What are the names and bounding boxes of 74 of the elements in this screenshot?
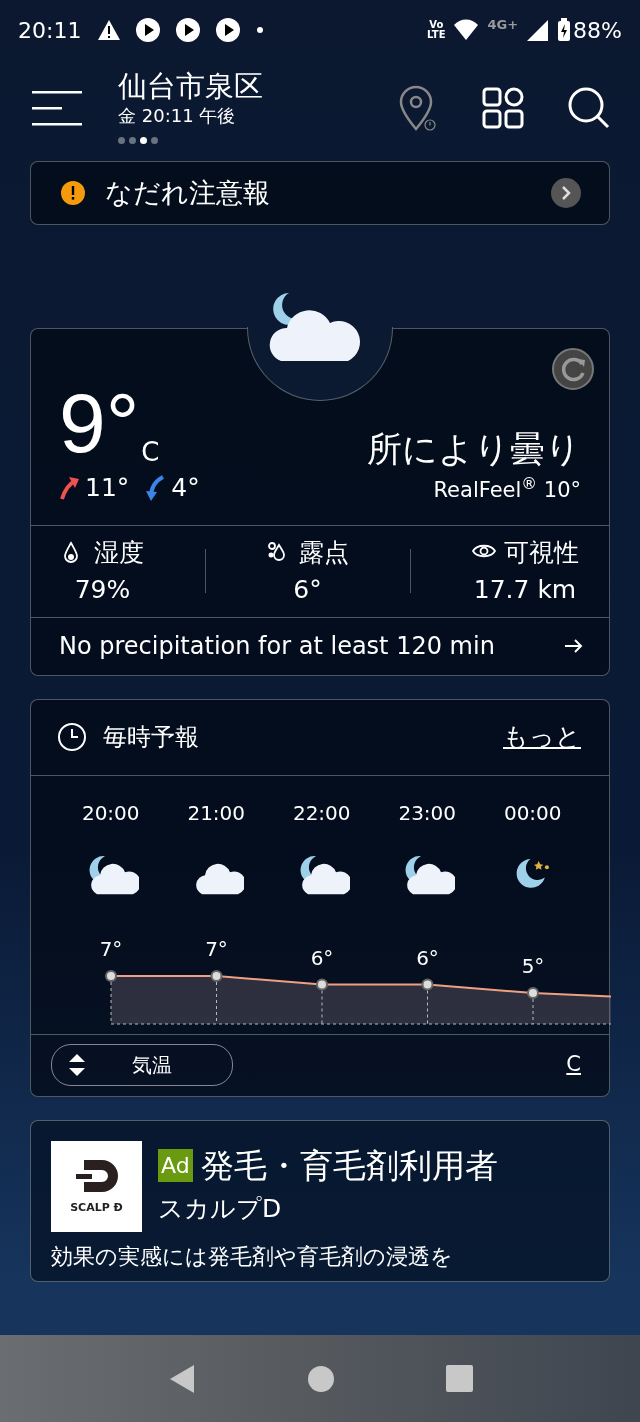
data-point: [527, 986, 539, 999]
more-link[interactable]: もっと: [503, 718, 581, 756]
ad-badge: Ad: [158, 1148, 193, 1182]
data-point: [210, 969, 223, 982]
dot-icon: [257, 27, 264, 33]
refresh-icon[interactable]: [551, 347, 595, 391]
page-dot[interactable]: [118, 137, 125, 145]
search-icon[interactable]: [568, 86, 610, 129]
grid-line: [427, 989, 428, 1024]
date-time: 金 20:11 午後: [118, 104, 237, 129]
network-label: 4G+: [487, 16, 519, 35]
chevron-right-icon: [551, 178, 581, 208]
unit-link[interactable]: C: [566, 1049, 581, 1081]
ad-text: 効果の実感には発毛剤や育毛剤の浸透を: [51, 1242, 454, 1271]
detail-label: 可視性: [503, 536, 579, 569]
advertiser-logo: SCALP Ð: [70, 1199, 123, 1216]
realfeel-text: RealFeel$^{®}$ 10°: [432, 475, 581, 504]
hour-time: 20:00: [80, 799, 141, 827]
grid-line: [532, 998, 534, 1024]
section-title: 毎時予報: [103, 722, 199, 753]
up-arrow-icon: [59, 474, 81, 501]
advertiser-name: スカルプD: [158, 1193, 283, 1225]
hour-time: 23:00: [397, 799, 458, 827]
current-temperature: 9°: [59, 381, 140, 465]
weather-condition: 所により曇り: [367, 427, 581, 471]
play-icon: [175, 17, 202, 43]
hour-temperature: 6°: [416, 945, 439, 969]
detail-label: 露点: [298, 536, 349, 569]
low-temperature: 4°: [171, 472, 200, 504]
volte-label: Vo LTE: [427, 20, 446, 40]
detail-value: 6°: [292, 574, 323, 606]
hour-temperature: 5°: [521, 953, 545, 978]
hour-temperature: 7°: [205, 936, 228, 961]
grid-line: [321, 989, 323, 1024]
clock-icon: [57, 722, 87, 752]
clock: 20:11: [18, 16, 82, 45]
grid-line: [110, 981, 112, 1024]
location-title: 仙台市泉区: [118, 70, 263, 103]
battery-icon: [557, 18, 572, 42]
alert-text: なだれ注意報: [105, 175, 270, 210]
alert-banner[interactable]: なだれ注意報: [30, 161, 610, 225]
home-icon[interactable]: [307, 1365, 334, 1392]
precipitation-row[interactable]: No precipitation for at least 120 min: [31, 616, 609, 675]
detail-value: 17.7 km: [472, 574, 578, 606]
hour-temperature: 6°: [310, 945, 334, 969]
signal-icon: [526, 18, 550, 42]
location-pin-icon[interactable]: [398, 84, 438, 131]
warning-icon: [61, 181, 85, 205]
page-dot[interactable]: [129, 137, 136, 145]
temperature-unit: C: [141, 439, 160, 465]
grid-line: [216, 981, 217, 1024]
data-point: [316, 978, 328, 990]
high-temperature: 11°: [85, 472, 130, 504]
grid-icon[interactable]: [482, 86, 524, 129]
hour-time: 00:00: [502, 799, 563, 827]
wifi-icon: [453, 18, 480, 42]
sort-icon: [68, 1054, 86, 1076]
detail-label: 湿度: [93, 536, 144, 569]
battery-level: 88%: [573, 16, 622, 45]
page-dot[interactable]: [140, 137, 147, 145]
metric-selector[interactable]: 気温: [51, 1044, 233, 1086]
data-point: [105, 969, 117, 982]
page-dot[interactable]: [151, 137, 158, 145]
precipitation-text: No precipitation for at least 120 min: [59, 631, 495, 662]
hour-time: 22:00: [291, 799, 352, 827]
data-point: [421, 978, 434, 990]
hour-temperature: 7°: [99, 936, 123, 961]
play-icon: [215, 17, 242, 43]
recents-icon[interactable]: [445, 1365, 473, 1392]
detail-value: 79%: [73, 574, 132, 606]
hour-time: 21:00: [186, 799, 247, 827]
play-icon: [135, 17, 162, 43]
warning-icon: [97, 18, 122, 42]
ad-title: 発毛・育毛剤利用者: [200, 1144, 498, 1187]
